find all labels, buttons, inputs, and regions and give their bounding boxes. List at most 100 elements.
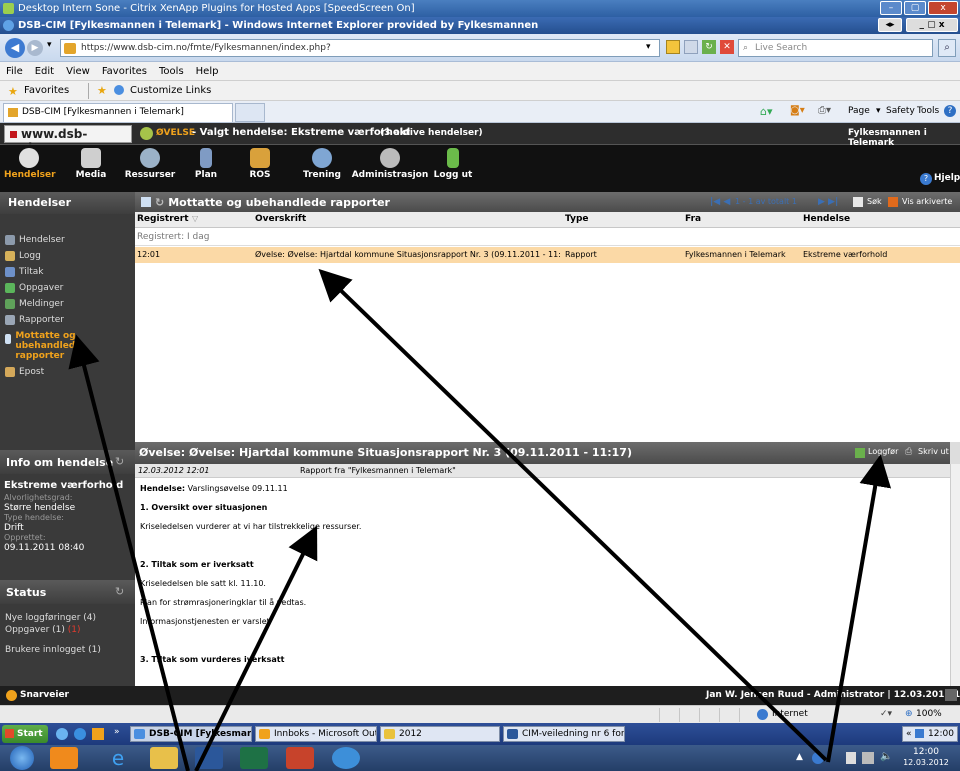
logo-box[interactable]: www.dsb-cim.no [4, 125, 132, 155]
col-overskrift[interactable]: Overskrift [255, 214, 306, 224]
refresh-status-icon[interactable]: ↻ [115, 585, 124, 598]
tab-dsb-cim[interactable]: DSB-CIM [Fylkesmannen i Telemark] [3, 103, 233, 122]
safety-menu[interactable]: Safety [886, 106, 915, 116]
feeds-icon[interactable]: ◙▾ [790, 105, 805, 116]
live-search-input[interactable]: ⌕ Live Search [738, 39, 933, 57]
windows-start-orb[interactable] [10, 746, 34, 770]
taskbar-item-word-doc[interactable]: CIM-veiledning nr 6 for v... [503, 726, 625, 742]
sidebar-item-rapporter[interactable]: Rapporter [0, 312, 135, 328]
pinned-excel-icon[interactable] [240, 747, 268, 769]
start-button[interactable]: Start [2, 725, 48, 743]
sidebar-item-meldinger[interactable]: Meldinger [0, 296, 135, 312]
stop-icon[interactable]: ✕ [720, 40, 734, 54]
page-menu[interactable]: Page [848, 106, 870, 116]
col-fra[interactable]: Fra [685, 214, 701, 224]
help-link[interactable]: Hjelp [934, 173, 960, 183]
search-icon[interactable]: ⌕ [938, 39, 956, 57]
customize-links[interactable]: Customize Links [130, 85, 211, 96]
tool-logg-ut[interactable]: Logg ut [428, 148, 478, 180]
windows-clock-date[interactable]: 12.03.2012 [900, 758, 952, 767]
help-icon[interactable]: ? [944, 105, 956, 117]
print-button[interactable]: Skriv ut [918, 447, 949, 456]
pinned-ie-icon[interactable]: e [104, 747, 132, 769]
minimize-button[interactable]: – [880, 1, 902, 15]
refresh-info-icon[interactable]: ↻ [115, 455, 124, 468]
taskbar-item-folder-2012[interactable]: 2012 [380, 726, 500, 742]
address-input[interactable]: https://www.dsb-cim.no/fmte/Fylkesmannen… [60, 39, 660, 57]
table-row[interactable]: 12:01 Øvelse: Øvelse: Hjartdal kommune S… [135, 247, 960, 263]
show-archived-link[interactable]: Vis arkiverte [902, 197, 952, 206]
tool-ros[interactable]: ROS [238, 148, 282, 180]
col-registrert[interactable]: Registrert [137, 214, 189, 224]
menu-tools[interactable]: Tools [153, 66, 190, 77]
users-online-link[interactable]: Brukere innlogget (1) [5, 644, 133, 656]
sidebar-item-hendelser[interactable]: Hendelser [0, 232, 135, 248]
scrollbar-up[interactable] [950, 442, 960, 464]
refresh-icon[interactable]: ↻ [702, 40, 716, 54]
paging-next-last-icon[interactable]: ▶ ▶| [818, 197, 838, 207]
sidebar-item-tiltak[interactable]: Tiltak [0, 264, 135, 280]
back-button[interactable]: ◀ [5, 38, 25, 58]
pinned-outlook-icon[interactable] [50, 747, 78, 769]
search-link[interactable]: Søk [867, 197, 882, 206]
tray-network-icon[interactable] [812, 752, 824, 764]
sidebar-item-oppgaver[interactable]: Oppgaver [0, 280, 135, 296]
quicklaunch-browser-icon[interactable] [74, 728, 86, 740]
tasks-link[interactable]: Oppgaver (1) (1) [5, 624, 133, 636]
tray-expand-icon[interactable]: « [906, 727, 912, 741]
taskbar-item-dsb-cim[interactable]: DSB-CIM [Fylkesman... [130, 726, 252, 742]
quicklaunch-outlook-icon[interactable] [92, 728, 104, 740]
restore-arrows-button[interactable]: ◂▸ [878, 18, 902, 32]
volume-icon[interactable]: 🔈 [880, 751, 892, 762]
sidebar-item-epost[interactable]: Epost [0, 364, 135, 380]
loggfor-button[interactable]: Loggfør [868, 447, 898, 456]
forward-button[interactable]: ▶ [27, 40, 43, 56]
pinned-explorer-icon[interactable] [150, 747, 178, 769]
new-logs-link[interactable]: Nye loggføringer (4) [5, 612, 133, 624]
taskbar-item-outlook[interactable]: Innboks - Microsoft Outlook [255, 726, 377, 742]
tray-monitor-icon[interactable] [862, 752, 874, 764]
footer-corner-icon[interactable] [945, 689, 957, 701]
tray-device-icon[interactable] [846, 752, 856, 764]
refresh-icon[interactable]: ↻ [155, 196, 164, 209]
print-icon[interactable]: ⎙▾ [818, 105, 831, 116]
tool-administrasjon[interactable]: Administrasjon [350, 148, 430, 180]
menu-favorites[interactable]: Favorites [96, 66, 153, 77]
quicklaunch-more-icon[interactable]: » [114, 727, 120, 737]
favorites-button[interactable]: Favorites [24, 85, 69, 96]
menu-help[interactable]: Help [190, 66, 225, 77]
history-dropdown-icon[interactable]: ▾ [47, 40, 52, 50]
sort-desc-icon[interactable]: ▽ [192, 214, 198, 223]
lock-icon[interactable] [666, 40, 680, 54]
tray-show-hidden-icon[interactable]: ▲ [796, 752, 803, 762]
menu-edit[interactable]: Edit [29, 66, 60, 77]
pinned-powerpoint-icon[interactable] [286, 747, 314, 769]
zoom-level[interactable]: 100% [916, 709, 942, 719]
sidebar-item-mottatte-rapporter[interactable]: Mottatte og ubehandlede rapporter [0, 328, 135, 364]
close-button[interactable]: x [928, 1, 958, 15]
col-type[interactable]: Type [565, 214, 588, 224]
maximize-button[interactable]: ▢ [904, 1, 926, 15]
home-icon[interactable]: ⌂▾ [760, 105, 773, 118]
ie-window-controls[interactable]: _ ▢ x [906, 18, 958, 32]
shortcuts-link[interactable]: Snarveier [20, 690, 69, 700]
menu-view[interactable]: View [60, 66, 96, 77]
tool-ressurser[interactable]: Ressurser [124, 148, 176, 180]
certificate-icon[interactable] [684, 40, 698, 54]
col-hendelse[interactable]: Hendelse [803, 214, 850, 224]
quicklaunch-ie-icon[interactable] [56, 728, 68, 740]
tools-menu[interactable]: Tools [917, 106, 939, 116]
tool-media[interactable]: Media [66, 148, 116, 180]
menu-file[interactable]: File [0, 66, 29, 77]
pinned-word-icon[interactable] [195, 747, 223, 769]
add-favorite-icon[interactable]: ★ [97, 84, 107, 97]
tool-trening[interactable]: Trening [294, 148, 350, 180]
favorites-star-icon[interactable]: ★ [8, 85, 18, 98]
tool-plan[interactable]: Plan [183, 148, 229, 180]
pinned-citrix-icon[interactable] [332, 747, 360, 769]
detail-scrollbar[interactable] [950, 464, 960, 686]
new-tab-button[interactable] [235, 103, 265, 122]
tool-hendelser[interactable]: Hendelser [4, 148, 56, 180]
sidebar-item-logg[interactable]: Logg [0, 248, 135, 264]
windows-clock-time[interactable]: 12:00 [906, 747, 946, 757]
